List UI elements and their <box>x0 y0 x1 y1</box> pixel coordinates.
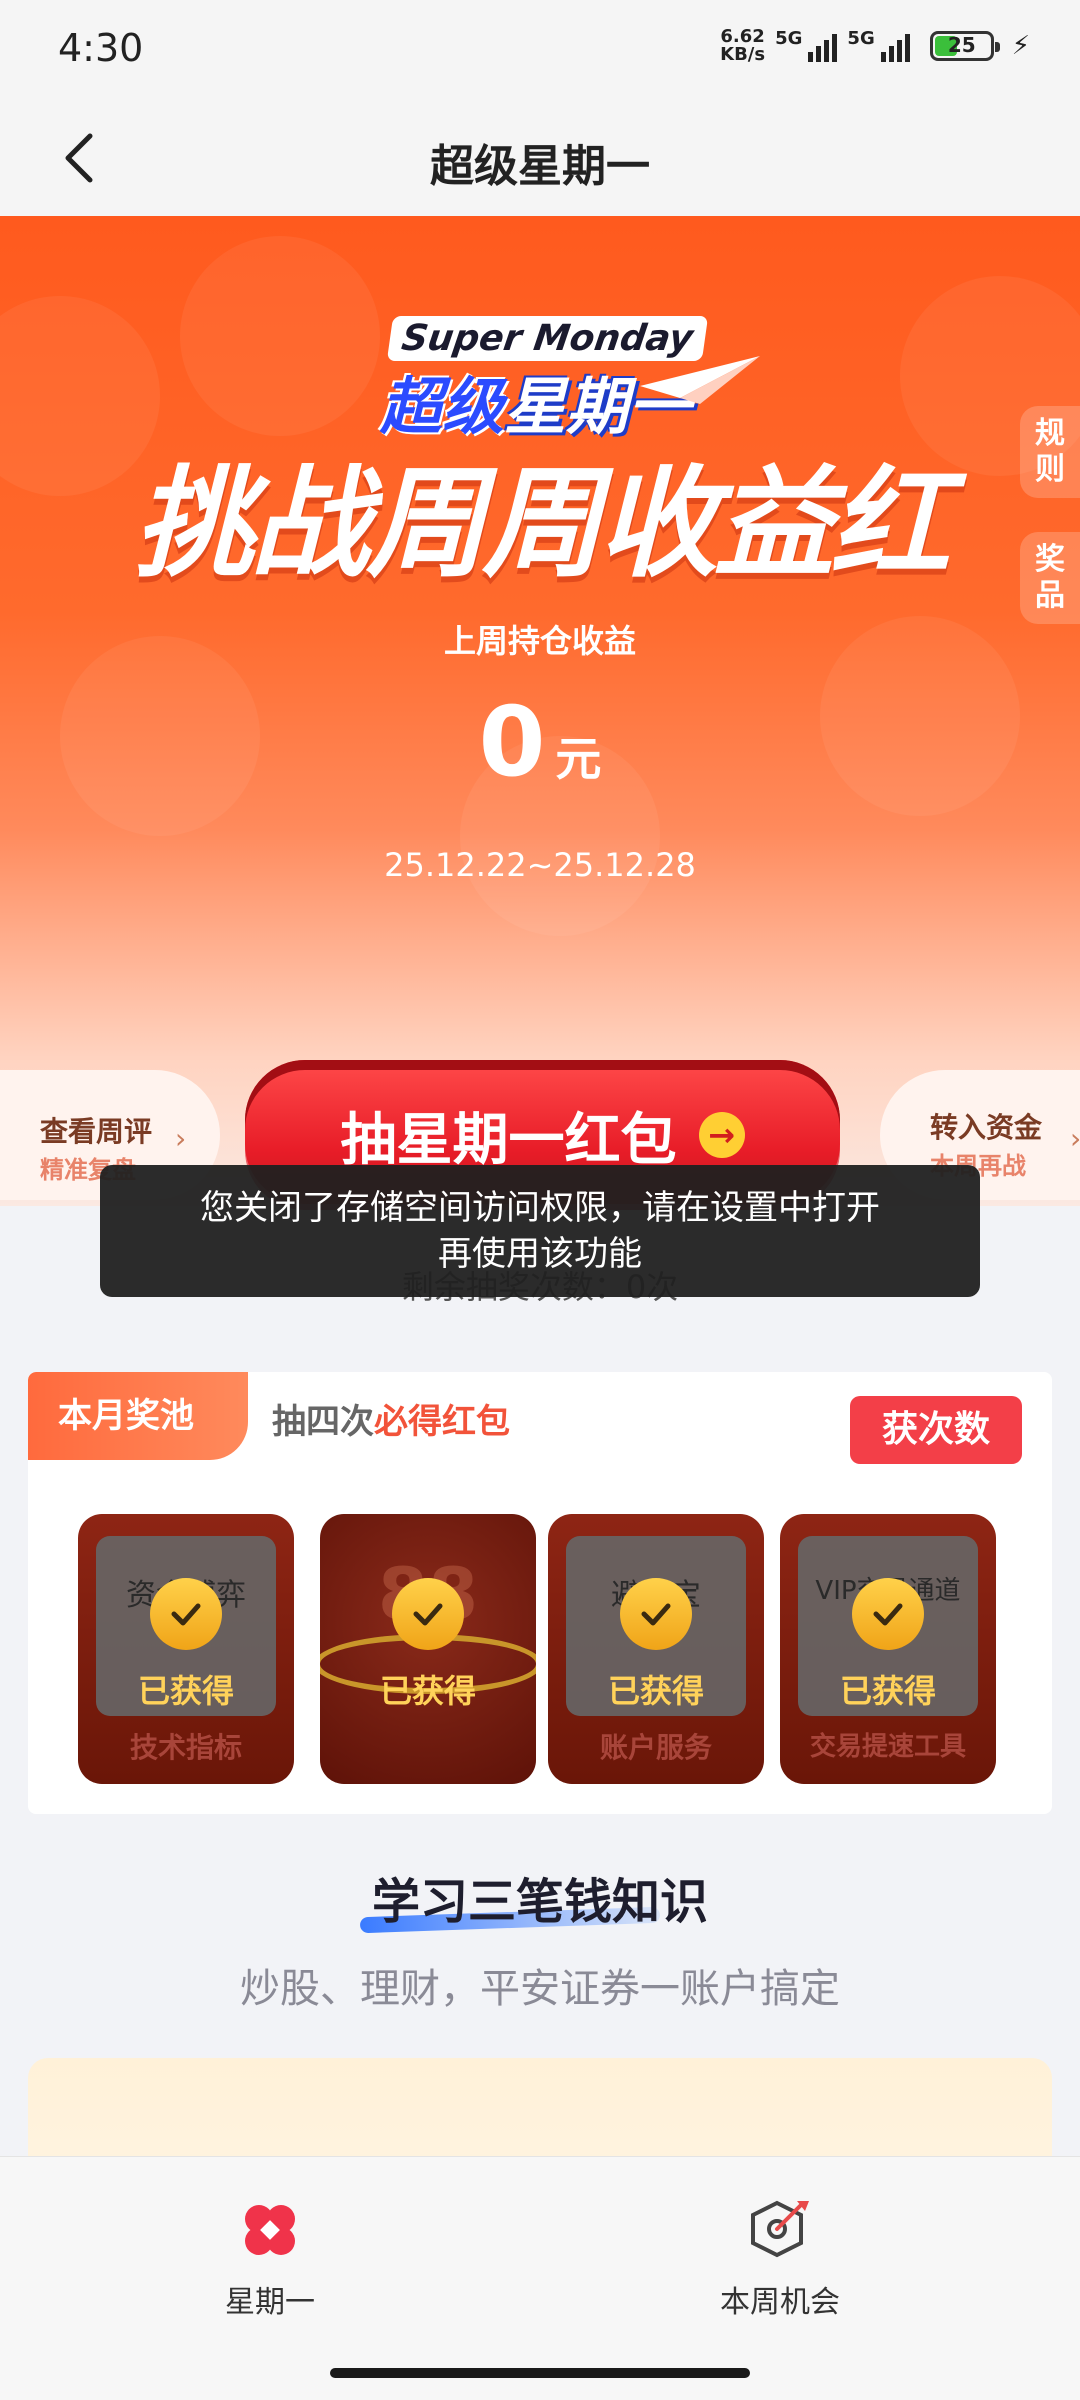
check-icon <box>392 1578 464 1650</box>
tab-monday[interactable]: 星期一 <box>170 2197 370 2321</box>
network-speed: 6.62 KB/s <box>720 28 765 64</box>
signal-icon-2 <box>880 30 910 62</box>
prize-pool-description: 抽四次必得红包 <box>272 1394 510 1443</box>
prize-pool-desc-prefix: 抽四次 <box>272 1402 374 1442</box>
transfer-funds-title: 转入资金 <box>930 1111 1043 1144</box>
earnings-amount: 0元 <box>0 686 1080 798</box>
weekly-review-title: 查看周评 <box>40 1115 153 1148</box>
get-chances-button[interactable]: 获次数 <box>850 1396 1022 1464</box>
prizes-tab[interactable]: 奖品 <box>1020 532 1080 624</box>
status-time: 4:30 <box>58 26 144 70</box>
signal-icon <box>808 30 838 62</box>
check-icon <box>150 1578 222 1650</box>
prize-item[interactable]: 88 已获得 <box>320 1514 536 1784</box>
earnings-value: 0 <box>478 686 546 798</box>
toast-line-2: 再使用该功能 <box>438 1234 642 1274</box>
date-range: 25.12.22~25.12.28 <box>384 846 696 884</box>
hero-banner: Super Monday 超级星期一 挑战周周收益红 上周持仓收益 0元 25.… <box>0 216 1080 1206</box>
nav-bar: 超级星期一 <box>0 100 1080 216</box>
paper-plane-icon <box>640 356 760 404</box>
chevron-right-icon: › <box>1070 1122 1080 1155</box>
permission-toast: 您关闭了存储空间访问权限，请在设置中打开 再使用该功能 <box>100 1165 980 1297</box>
home-indicator[interactable] <box>330 2368 750 2378</box>
draw-button-label: 抽星期一红包 <box>340 1107 677 1173</box>
tab-monday-label: 星期一 <box>225 2285 315 2320</box>
check-icon <box>620 1578 692 1650</box>
prize-status: 已获得 <box>137 1672 234 1710</box>
target-hex-icon <box>751 2200 809 2258</box>
arrow-right-circle-icon: → <box>698 1112 745 1158</box>
hero-headline: 挑战周周收益红 <box>134 455 950 594</box>
bottom-tab-bar: 星期一 本周机会 <box>0 2156 1080 2400</box>
tab-weekly-opportunity[interactable]: 本周机会 <box>680 2197 880 2321</box>
prize-category: 交易提速工具 <box>809 1732 966 1762</box>
sim2-label: 5G <box>847 28 875 49</box>
prize-status: 已获得 <box>839 1672 936 1710</box>
clover-icon <box>245 2205 295 2255</box>
prize-item[interactable]: 资金博弈 已获得 技术指标 <box>78 1514 294 1784</box>
knowledge-title: 学习三笔钱知识 <box>371 1874 708 1930</box>
prize-pool-card: 本月奖池 抽四次必得红包 获次数 资金博弈 已获得 技术指标 88 已获得 避险… <box>28 1372 1052 1814</box>
charging-icon: ⚡ <box>1011 31 1030 61</box>
earnings-unit: 元 <box>555 732 602 786</box>
prizes-tab-label: 奖品 <box>1035 542 1065 613</box>
hero-subtitle: 上周持仓收益 <box>443 622 636 660</box>
rules-tab-label: 规则 <box>1035 416 1065 487</box>
prize-status: 已获得 <box>379 1672 476 1710</box>
prize-item[interactable]: 避险宝 已获得 账户服务 <box>548 1514 764 1784</box>
prize-pool-desc-highlight: 必得红包 <box>374 1402 510 1442</box>
status-bar: 4:30 6.62 KB/s 5G 5G 25 ⚡ <box>0 0 1080 100</box>
prize-category: 技术指标 <box>129 1731 242 1764</box>
prize-category: 账户服务 <box>599 1731 712 1764</box>
battery-icon: 25 <box>929 31 1000 61</box>
prize-status: 已获得 <box>607 1672 704 1710</box>
prize-pool-tag: 本月奖池 <box>28 1372 248 1460</box>
network-speed-unit: KB/s <box>720 44 766 65</box>
sim1-label: 5G <box>775 28 803 49</box>
tab-weekly-opportunity-label: 本周机会 <box>720 2285 840 2320</box>
prize-item[interactable]: VIP交易通道 已获得 交易提速工具 <box>780 1514 996 1784</box>
battery-level: 25 <box>947 33 976 57</box>
check-icon <box>852 1578 924 1650</box>
screen: 4:30 6.62 KB/s 5G 5G 25 ⚡ 超级星期一 Super Mo… <box>0 0 1080 2400</box>
knowledge-subtitle: 炒股、理财，平安证券一账户搞定 <box>240 1966 840 2012</box>
page-title: 超级星期一 <box>430 141 650 192</box>
status-icons: 6.62 KB/s 5G 5G 25 ⚡ <box>720 28 1030 64</box>
rules-tab[interactable]: 规则 <box>1020 406 1080 498</box>
chevron-right-icon: › <box>175 1122 187 1155</box>
toast-line-1: 您关闭了存储空间访问权限，请在设置中打开 <box>200 1188 880 1228</box>
